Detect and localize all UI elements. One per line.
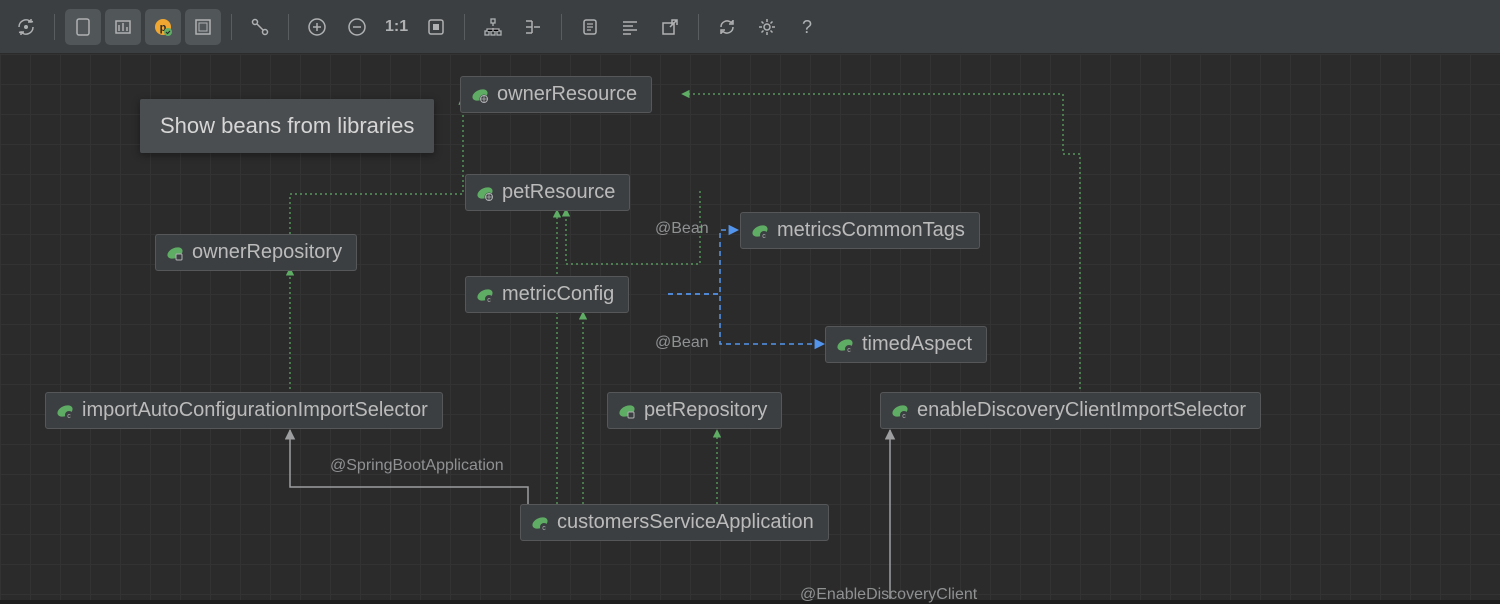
diagram-canvas[interactable]: Show beans from libraries @Bean @Bean @S… (0, 54, 1500, 600)
bean-web-icon (476, 184, 494, 202)
node-label: ownerResource (497, 83, 637, 106)
bean-config-icon: c (56, 402, 74, 420)
fit-screen-icon[interactable] (418, 9, 454, 45)
node-label: timedAspect (862, 333, 972, 356)
node-label: customersServiceApplication (557, 511, 814, 534)
svg-text:c: c (542, 525, 546, 532)
bean-config-icon: c (751, 222, 769, 240)
node-petRepository[interactable]: petRepository (607, 392, 782, 429)
toolbar-separator (54, 14, 55, 40)
toolbar-mode4-icon[interactable] (185, 9, 221, 45)
toolbar-separator (464, 14, 465, 40)
bean-repo-icon (166, 244, 184, 262)
tooltip: Show beans from libraries (140, 99, 434, 153)
node-timedAspect[interactable]: c timedAspect (825, 326, 987, 363)
toolbar-mode2-icon[interactable] (105, 9, 141, 45)
edge-label-discovery: @EnableDiscoveryClient (800, 586, 977, 604)
zoom-in-icon[interactable] (299, 9, 335, 45)
toolbar-list-icon[interactable] (572, 9, 608, 45)
node-petResource[interactable]: petResource (465, 174, 630, 211)
select-refresh-icon[interactable] (8, 9, 44, 45)
node-ownerRepository[interactable]: ownerRepository (155, 234, 357, 271)
edge-label-bean: @Bean (655, 220, 709, 238)
layout-tree-icon[interactable] (475, 9, 511, 45)
node-enableDiscoveryClientImportSelector[interactable]: c enableDiscoveryClientImportSelector (880, 392, 1261, 429)
node-label: petResource (502, 181, 615, 204)
node-label: importAutoConfigurationImportSelector (82, 399, 428, 422)
node-label: metricsCommonTags (777, 219, 965, 242)
toolbar-separator (288, 14, 289, 40)
bean-config-icon: c (891, 402, 909, 420)
toolbar: p 1:1 ? (0, 0, 1500, 54)
show-libraries-icon[interactable]: p (145, 9, 181, 45)
bean-config-icon: c (531, 514, 549, 532)
node-metricsCommonTags[interactable]: c metricsCommonTags (740, 212, 980, 249)
bean-config-icon: c (476, 286, 494, 304)
svg-text:c: c (847, 347, 851, 354)
toolbar-separator (698, 14, 699, 40)
refresh-icon[interactable] (709, 9, 745, 45)
edge-label-bean: @Bean (655, 334, 709, 352)
connection-icon[interactable] (242, 9, 278, 45)
node-importAutoConfigurationImportSelector[interactable]: c importAutoConfigurationImportSelector (45, 392, 443, 429)
bean-repo-icon (618, 402, 636, 420)
node-label: petRepository (644, 399, 767, 422)
help-icon[interactable]: ? (789, 9, 825, 45)
node-label: metricConfig (502, 283, 614, 306)
toolbar-lines-icon[interactable] (612, 9, 648, 45)
svg-text:?: ? (802, 17, 812, 37)
node-customersServiceApplication[interactable]: c customersServiceApplication (520, 504, 829, 541)
toolbar-mode1-icon[interactable] (65, 9, 101, 45)
svg-text:c: c (902, 413, 906, 420)
toolbar-separator (231, 14, 232, 40)
tooltip-text: Show beans from libraries (160, 113, 414, 138)
node-label: ownerRepository (192, 241, 342, 264)
zoom-ratio[interactable]: 1:1 (379, 18, 414, 36)
bean-web-icon (471, 86, 489, 104)
toolbar-separator (561, 14, 562, 40)
svg-text:c: c (487, 297, 491, 304)
svg-text:c: c (762, 233, 766, 240)
zoom-out-icon[interactable] (339, 9, 375, 45)
node-metricConfig[interactable]: c metricConfig (465, 276, 629, 313)
settings-icon[interactable] (749, 9, 785, 45)
node-ownerResource[interactable]: ownerResource (460, 76, 652, 113)
bean-config-icon: c (836, 336, 854, 354)
svg-text:c: c (67, 413, 71, 420)
edge-label-springboot: @SpringBootApplication (330, 457, 504, 475)
layout-route-icon[interactable] (515, 9, 551, 45)
export-icon[interactable] (652, 9, 688, 45)
node-label: enableDiscoveryClientImportSelector (917, 399, 1246, 422)
